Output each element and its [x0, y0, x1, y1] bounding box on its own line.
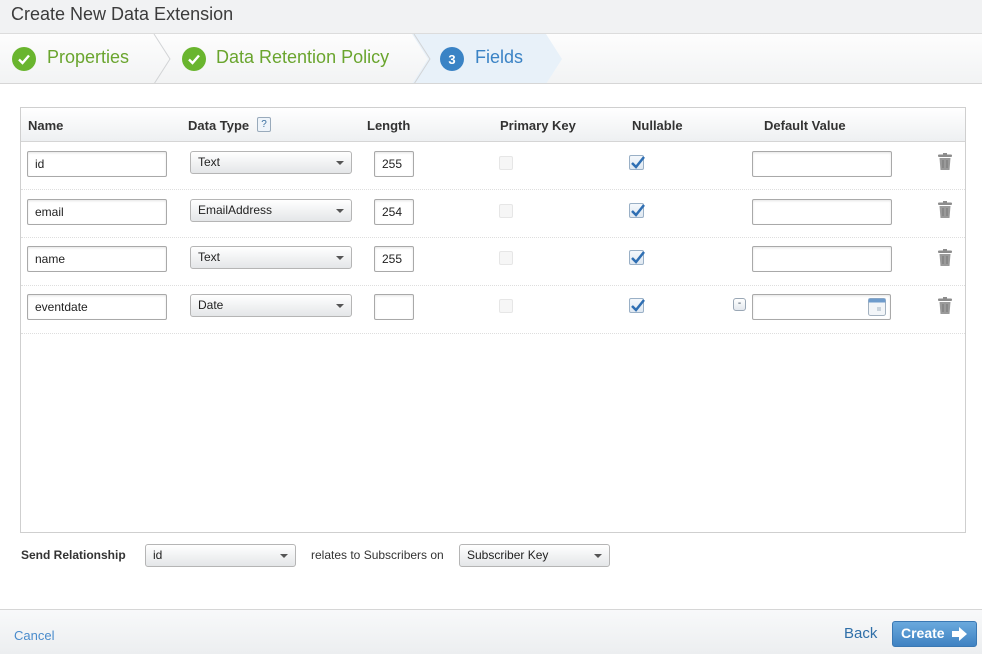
primary-key-checkbox [499, 299, 513, 313]
column-header-nullable: Nullable [632, 118, 683, 133]
checkmark-icon [631, 156, 645, 169]
checkmark-icon [631, 251, 645, 264]
column-header-length: Length [367, 118, 411, 133]
trash-icon[interactable] [938, 249, 952, 266]
help-icon[interactable]: ? [257, 117, 271, 132]
default-value-input[interactable] [752, 246, 892, 272]
data-type-select[interactable]: EmailAddress [190, 199, 352, 222]
arrow-right-icon [952, 627, 967, 641]
table-row: email EmailAddress 254 [21, 190, 965, 238]
send-relationship-field-select[interactable]: id [145, 544, 296, 567]
data-type-value: Date [198, 298, 224, 312]
check-circle-icon [182, 47, 206, 71]
step-label: Data Retention Policy [216, 47, 390, 67]
column-header-primary-key: Primary Key [500, 118, 576, 133]
table-row: eventdate Date - [21, 286, 965, 334]
primary-key-checkbox [499, 156, 513, 170]
primary-key-checkbox [499, 251, 513, 265]
chevron-down-icon [280, 554, 288, 558]
step-label: Properties [47, 47, 130, 67]
chevron-down-icon [336, 256, 344, 260]
column-header-name: Name [28, 118, 64, 133]
length-input[interactable]: 254 [374, 199, 414, 225]
wizard-steps: Properties Data Retention Policy 3 Field… [0, 34, 982, 84]
dialog-title: Create New Data Extension [11, 4, 234, 24]
dialog-titlebar: Create New Data Extension [0, 0, 982, 34]
default-value-input[interactable] [752, 199, 892, 225]
default-date-input[interactable] [752, 294, 891, 320]
nullable-checkbox[interactable] [629, 203, 645, 218]
create-button-label: Create [901, 625, 945, 641]
create-button[interactable]: Create [892, 621, 977, 647]
dialog-footer: Cancel Back Create [0, 609, 982, 654]
table-row: name Text 255 [21, 238, 965, 286]
step-number-badge: 3 [440, 47, 464, 71]
default-value-input[interactable] [752, 151, 892, 177]
data-type-value: EmailAddress [198, 203, 273, 217]
nullable-checkbox[interactable] [629, 298, 645, 313]
length-input[interactable]: 255 [374, 246, 414, 272]
chevron-down-icon [336, 161, 344, 165]
send-relationship-field-value: id [153, 548, 163, 562]
step-data-retention-policy[interactable]: Data Retention Policy [170, 34, 431, 83]
checkmark-icon [631, 299, 645, 312]
send-relationship-label: Send Relationship [21, 548, 126, 562]
table-row: id Text 255 [21, 142, 965, 190]
nullable-checkbox[interactable] [629, 155, 645, 170]
chevron-down-icon [336, 304, 344, 308]
data-type-select[interactable]: Text [190, 246, 352, 269]
length-input[interactable]: 255 [374, 151, 414, 177]
checkmark-icon [631, 204, 645, 217]
cancel-link[interactable]: Cancel [14, 628, 54, 643]
step-label: Fields [475, 47, 524, 67]
nullable-checkbox[interactable] [629, 250, 645, 265]
column-header-default-value: Default Value [764, 118, 846, 133]
calendar-icon[interactable] [868, 298, 886, 316]
field-name-input[interactable]: name [27, 246, 167, 272]
step-properties[interactable]: Properties [0, 34, 175, 83]
chevron-down-icon [336, 209, 344, 213]
field-name-input[interactable]: eventdate [27, 294, 167, 320]
trash-icon[interactable] [938, 153, 952, 170]
trash-icon[interactable] [938, 297, 952, 314]
clear-default-button[interactable]: - [733, 298, 746, 311]
chevron-down-icon [594, 554, 602, 558]
length-input[interactable] [374, 294, 414, 320]
data-type-select[interactable]: Date [190, 294, 352, 317]
subscriber-attribute-value: Subscriber Key [467, 548, 549, 562]
data-type-value: Text [198, 155, 221, 169]
check-circle-icon [12, 47, 36, 71]
grid-header: Name Data Type ? Length Primary Key Null… [21, 108, 965, 142]
trash-icon[interactable] [938, 201, 952, 218]
field-name-input[interactable]: id [27, 151, 167, 177]
back-link[interactable]: Back [844, 625, 877, 642]
column-header-data-type: Data Type [188, 118, 250, 133]
primary-key-checkbox [499, 204, 513, 218]
field-name-input[interactable]: email [27, 199, 167, 225]
step-fields[interactable]: 3 Fields [430, 34, 570, 83]
relates-to-text: relates to Subscribers on [311, 548, 444, 562]
fields-grid: Name Data Type ? Length Primary Key Null… [20, 107, 966, 533]
data-type-value: Text [198, 250, 221, 264]
data-type-select[interactable]: Text [190, 151, 352, 174]
subscriber-attribute-select[interactable]: Subscriber Key [459, 544, 610, 567]
